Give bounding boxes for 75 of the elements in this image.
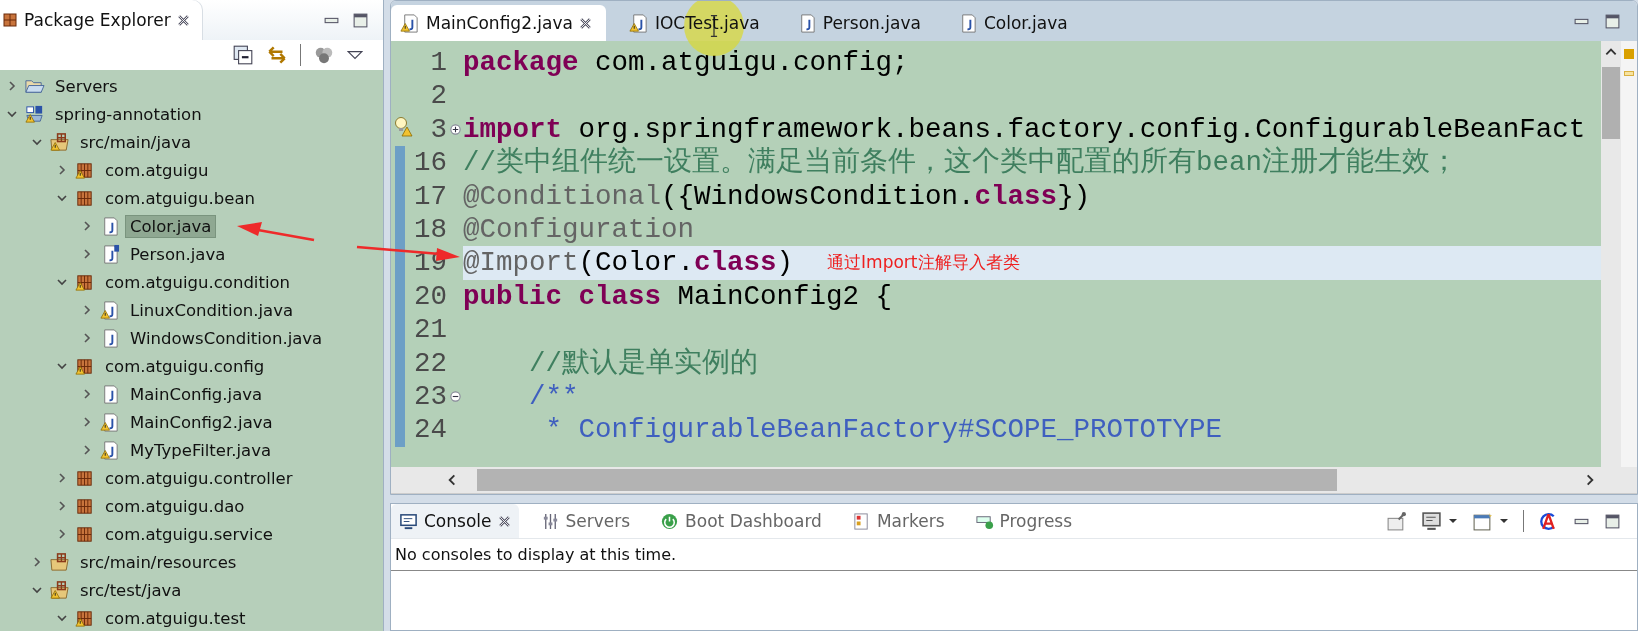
line-number: 21 bbox=[414, 314, 447, 346]
line-number: 2 bbox=[430, 80, 447, 112]
view-menu-icon[interactable] bbox=[347, 49, 363, 61]
line-number: 22 bbox=[414, 347, 447, 379]
tree-item[interactable]: MainConfig.java bbox=[126, 383, 267, 405]
monitor-icon bbox=[399, 511, 418, 531]
view-tab[interactable]: Console bbox=[391, 504, 519, 538]
tree-item[interactable]: Color.java bbox=[126, 215, 216, 237]
close-icon[interactable] bbox=[176, 13, 190, 27]
line-number: 3 bbox=[430, 113, 447, 145]
lightbulb-warning-icon[interactable] bbox=[393, 114, 415, 137]
code-line: * ConfigurableBeanFactory#SCOPE_PROTOTYPE bbox=[544, 413, 1223, 447]
pin-icon[interactable] bbox=[1386, 510, 1407, 532]
tree-item[interactable]: src/main/resources bbox=[76, 551, 241, 573]
collapse-all-icon[interactable] bbox=[232, 44, 254, 66]
code-line: @Conditional({WindowsCondition.class}) bbox=[463, 179, 1091, 213]
caret-icon[interactable] bbox=[1448, 518, 1458, 524]
code-line: @Configuration bbox=[463, 212, 695, 247]
code-line: /** bbox=[528, 379, 579, 414]
view-tab[interactable]: Servers bbox=[532, 504, 639, 538]
tree-item[interactable]: com.atguigu.bean bbox=[101, 187, 259, 209]
close-icon[interactable] bbox=[497, 514, 511, 528]
console-message: No consoles to display at this time. bbox=[395, 545, 677, 564]
scroll-thumb[interactable] bbox=[1602, 67, 1620, 139]
annotation-note: 通过Import注解导入者类 bbox=[827, 251, 1020, 275]
link-arrows-icon[interactable] bbox=[266, 44, 288, 66]
tree-item[interactable]: MyTypeFilter.java bbox=[126, 439, 276, 461]
code-line: @Import(Color.class) bbox=[463, 246, 794, 280]
code-line: //类中组件统一设置。满足当前条件，这个类中配置的所有bean注册才能生效； bbox=[463, 146, 1459, 180]
code-line: //默认是单实例的 bbox=[528, 346, 759, 380]
line-number: 1 bbox=[430, 47, 447, 78]
line-number: 24 bbox=[414, 414, 447, 446]
tree-item[interactable]: Person.java bbox=[126, 243, 230, 265]
line-number: 23 bbox=[414, 380, 447, 412]
maximize-icon[interactable] bbox=[1604, 12, 1621, 30]
tree-item[interactable]: LinuxCondition.java bbox=[126, 299, 297, 321]
tree-item[interactable]: com.atguigu.service bbox=[101, 523, 277, 545]
tree-item[interactable]: MainConfig2.java bbox=[126, 411, 277, 433]
power-icon bbox=[660, 511, 680, 531]
code-line: public class MainConfig2 { bbox=[463, 279, 893, 314]
markers-icon bbox=[851, 511, 871, 531]
monitor-icon[interactable] bbox=[1421, 510, 1442, 532]
maximize-icon[interactable] bbox=[1604, 512, 1621, 530]
tree-item[interactable]: src/test/java bbox=[76, 579, 186, 601]
line-number: 17 bbox=[414, 180, 447, 212]
view-tab[interactable]: Markers bbox=[843, 504, 953, 538]
tree-item[interactable]: spring-annotation bbox=[51, 103, 206, 125]
view-tab[interactable]: Boot Dashboard bbox=[652, 504, 830, 538]
package-icon bbox=[2, 12, 18, 28]
editor-tab[interactable]: Person.java bbox=[787, 5, 935, 41]
editor-tab[interactable]: Color.java bbox=[948, 5, 1082, 41]
expand-fold-icon[interactable] bbox=[449, 123, 461, 135]
line-number: 18 bbox=[414, 213, 447, 245]
tree-item[interactable]: com.atguigu.test bbox=[101, 607, 250, 629]
vertical-scrollbar[interactable] bbox=[1601, 41, 1621, 467]
close-icon[interactable] bbox=[578, 16, 592, 30]
code-line: package com.atguigu.config; bbox=[463, 46, 909, 80]
tree-item[interactable]: com.atguigu.controller bbox=[101, 467, 297, 489]
caret-icon[interactable] bbox=[1499, 518, 1509, 524]
maximize-icon[interactable] bbox=[352, 11, 369, 29]
code-line: import org.springframework.beans.factory.config.ConfigurableBeanFact bbox=[463, 112, 1586, 146]
tree-item[interactable]: com.atguigu.condition bbox=[101, 271, 295, 293]
tree-item[interactable]: com.atguigu bbox=[101, 159, 213, 181]
tree-item[interactable]: WindowsCondition.java bbox=[126, 327, 327, 349]
line-number: 16 bbox=[414, 147, 447, 179]
tree-item[interactable]: src/main/java bbox=[76, 131, 195, 153]
scroll-thumb[interactable] bbox=[477, 469, 1337, 491]
tree-item[interactable]: com.atguigu.config bbox=[101, 355, 269, 377]
line-number: 20 bbox=[414, 280, 447, 312]
editor-tab[interactable]: MainConfig2.java bbox=[391, 5, 606, 41]
tree-item[interactable]: Servers bbox=[51, 75, 122, 97]
view-tab[interactable]: Progress bbox=[966, 504, 1081, 538]
horizontal-scrollbar[interactable] bbox=[391, 467, 1637, 494]
collapse-fold-icon[interactable] bbox=[449, 391, 461, 403]
tree-item[interactable]: com.atguigu.dao bbox=[101, 495, 249, 517]
